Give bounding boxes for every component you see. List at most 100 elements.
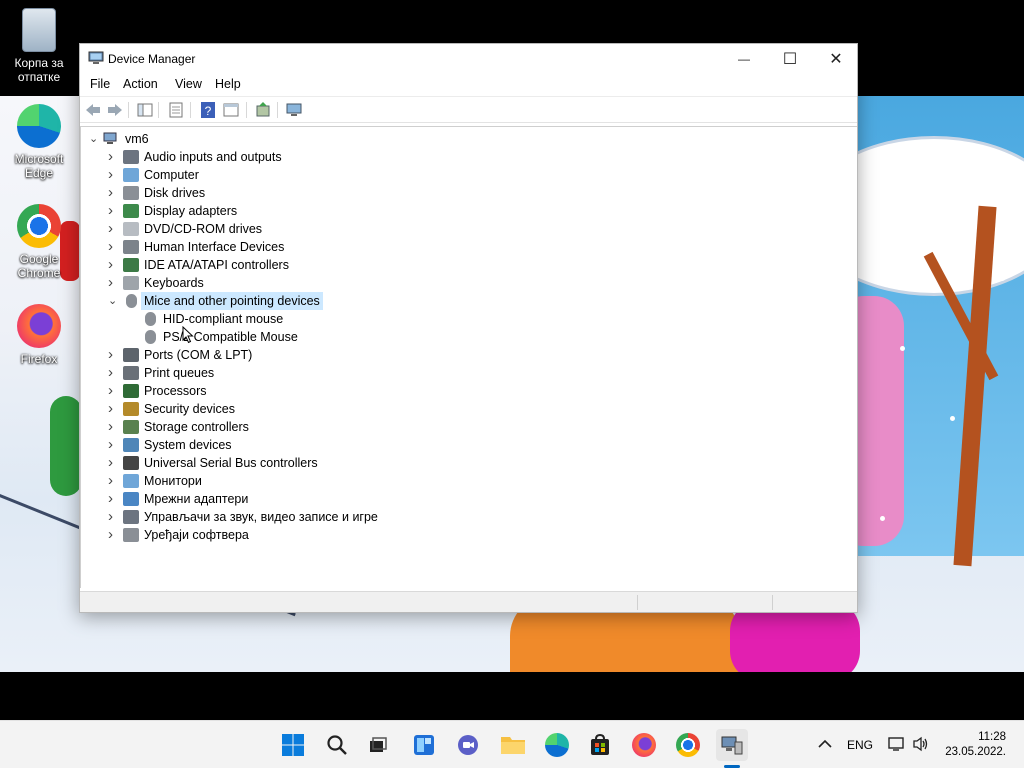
chevron-up-icon[interactable]: [818, 738, 832, 750]
forward-arrow-icon[interactable]: [106, 101, 124, 119]
desktop-icon-recycle-bin[interactable]: Корпа за отпатке: [4, 8, 74, 84]
chevron-down-icon[interactable]: ⌄: [108, 292, 118, 310]
chrome-icon: [676, 733, 700, 757]
chevron-right-icon[interactable]: ›: [108, 148, 118, 166]
clock[interactable]: 11:28 23.05.2022.: [945, 730, 1006, 760]
menu-view[interactable]: View: [175, 77, 202, 91]
tree-category[interactable]: › Processors: [81, 382, 481, 400]
device-manager-window: Device Manager — ☐ ✕ File Action View He…: [79, 43, 858, 613]
monitor-icon[interactable]: [285, 101, 303, 119]
chevron-right-icon[interactable]: ›: [108, 490, 118, 508]
widgets-button[interactable]: [408, 729, 440, 761]
chevron-right-icon[interactable]: ›: [108, 400, 118, 418]
edge-taskbar-button[interactable]: [541, 729, 573, 761]
tree-category[interactable]: › Computer: [81, 166, 481, 184]
desktop-icon-firefox[interactable]: Firefox: [4, 304, 74, 366]
software-device-icon: [123, 528, 139, 542]
tree-category[interactable]: › Keyboards: [81, 274, 481, 292]
scan-hardware-icon[interactable]: [254, 101, 272, 119]
chevron-right-icon[interactable]: ›: [108, 220, 118, 238]
menu-help[interactable]: Help: [215, 77, 241, 91]
title-bar[interactable]: Device Manager — ☐ ✕: [80, 44, 857, 74]
back-arrow-icon[interactable]: [84, 101, 102, 119]
close-button[interactable]: ✕: [813, 44, 859, 74]
properties-icon[interactable]: [167, 101, 185, 119]
search-button[interactable]: [321, 729, 353, 761]
tree-category[interactable]: › Мрежни адаптери: [81, 490, 481, 508]
chevron-right-icon[interactable]: ›: [108, 526, 118, 544]
console-tree-icon[interactable]: [136, 101, 154, 119]
view-icon[interactable]: [222, 101, 240, 119]
tree-category[interactable]: › Universal Serial Bus controllers: [81, 454, 481, 472]
chevron-right-icon[interactable]: ›: [108, 436, 118, 454]
mouse-icon: [145, 330, 156, 344]
store-icon: [591, 733, 609, 755]
tree-category[interactable]: › IDE ATA/ATAPI controllers: [81, 256, 481, 274]
desktop-icon-chrome[interactable]: Google Chrome: [4, 204, 74, 280]
chevron-right-icon[interactable]: ›: [108, 274, 118, 292]
network-icon: [123, 492, 139, 506]
tree-category[interactable]: › DVD/CD-ROM drives: [81, 220, 481, 238]
chevron-right-icon[interactable]: ›: [108, 364, 118, 382]
task-view-button[interactable]: [362, 729, 394, 761]
tree-category[interactable]: › Human Interface Devices: [81, 238, 481, 256]
start-button[interactable]: [277, 729, 309, 761]
tree-category[interactable]: › Disk drives: [81, 184, 481, 202]
tree-category[interactable]: › Storage controllers: [81, 418, 481, 436]
tree-category[interactable]: › Ports (COM & LPT): [81, 346, 481, 364]
tree-root[interactable]: ⌄ vm6: [81, 130, 381, 148]
chevron-right-icon[interactable]: ›: [108, 508, 118, 526]
chevron-right-icon[interactable]: ›: [108, 454, 118, 472]
device-tree[interactable]: ⌄ vm6 › Audio inputs and outputs › Computer…: [80, 126, 857, 588]
language-indicator[interactable]: ENG: [847, 738, 873, 752]
desktop-icon-edge[interactable]: Microsoft Edge: [4, 104, 74, 180]
chevron-down-icon[interactable]: ⌄: [89, 130, 99, 148]
chevron-right-icon[interactable]: ›: [108, 238, 118, 256]
chevron-right-icon[interactable]: ›: [108, 382, 118, 400]
volume-icon[interactable]: [912, 736, 930, 752]
menu-file[interactable]: File: [90, 77, 110, 91]
tree-device[interactable]: HID-compliant mouse: [81, 310, 481, 328]
tree-category-label: Processors: [144, 384, 207, 398]
chevron-right-icon[interactable]: ›: [108, 166, 118, 184]
disk-icon: [123, 186, 139, 200]
tree-category-label: Audio inputs and outputs: [144, 150, 282, 164]
menu-action[interactable]: Action: [123, 77, 158, 91]
tree-category-label: Security devices: [144, 402, 236, 416]
network-icon[interactable]: [888, 736, 906, 752]
tree-category[interactable]: › Управљачи за звук, видео записе и игре: [81, 508, 481, 526]
file-explorer-icon: [501, 737, 525, 754]
file-explorer-button[interactable]: [497, 729, 529, 761]
chevron-right-icon[interactable]: ›: [108, 202, 118, 220]
tree-category[interactable]: › Audio inputs and outputs: [81, 148, 481, 166]
tree-category[interactable]: › Security devices: [81, 400, 481, 418]
close-icon: ✕: [829, 51, 843, 68]
tree-root-label: vm6: [125, 132, 149, 146]
tree-category-label: Ports (COM & LPT): [144, 348, 253, 362]
tree-category[interactable]: ⌄ Mice and other pointing devices: [81, 292, 481, 310]
chevron-right-icon[interactable]: ›: [108, 184, 118, 202]
chrome-taskbar-button[interactable]: [672, 729, 704, 761]
security-icon: [123, 402, 139, 416]
maximize-icon: ☐: [782, 51, 798, 68]
chevron-right-icon[interactable]: ›: [108, 418, 118, 436]
maximize-button[interactable]: ☐: [767, 44, 813, 74]
firefox-taskbar-button[interactable]: [628, 729, 660, 761]
port-icon: [123, 348, 139, 362]
tree-category[interactable]: › Уређаји софтвера: [81, 526, 481, 544]
tree-category[interactable]: › Print queues: [81, 364, 481, 382]
chevron-right-icon[interactable]: ›: [108, 346, 118, 364]
mouse-cursor-icon: [182, 326, 194, 344]
device-manager-taskbar-button[interactable]: [716, 729, 748, 761]
minimize-button[interactable]: —: [721, 44, 767, 74]
tree-category[interactable]: › Display adapters: [81, 202, 481, 220]
tree-category-label: Computer: [144, 168, 199, 182]
store-button[interactable]: [584, 729, 616, 761]
chevron-right-icon[interactable]: ›: [108, 256, 118, 274]
chat-button[interactable]: [452, 729, 484, 761]
tree-category[interactable]: › Монитори: [81, 472, 481, 490]
chevron-right-icon[interactable]: ›: [108, 472, 118, 490]
tree-device[interactable]: PS/2 Compatible Mouse: [81, 328, 481, 346]
help-icon[interactable]: ?: [199, 101, 217, 119]
tree-category[interactable]: › System devices: [81, 436, 481, 454]
